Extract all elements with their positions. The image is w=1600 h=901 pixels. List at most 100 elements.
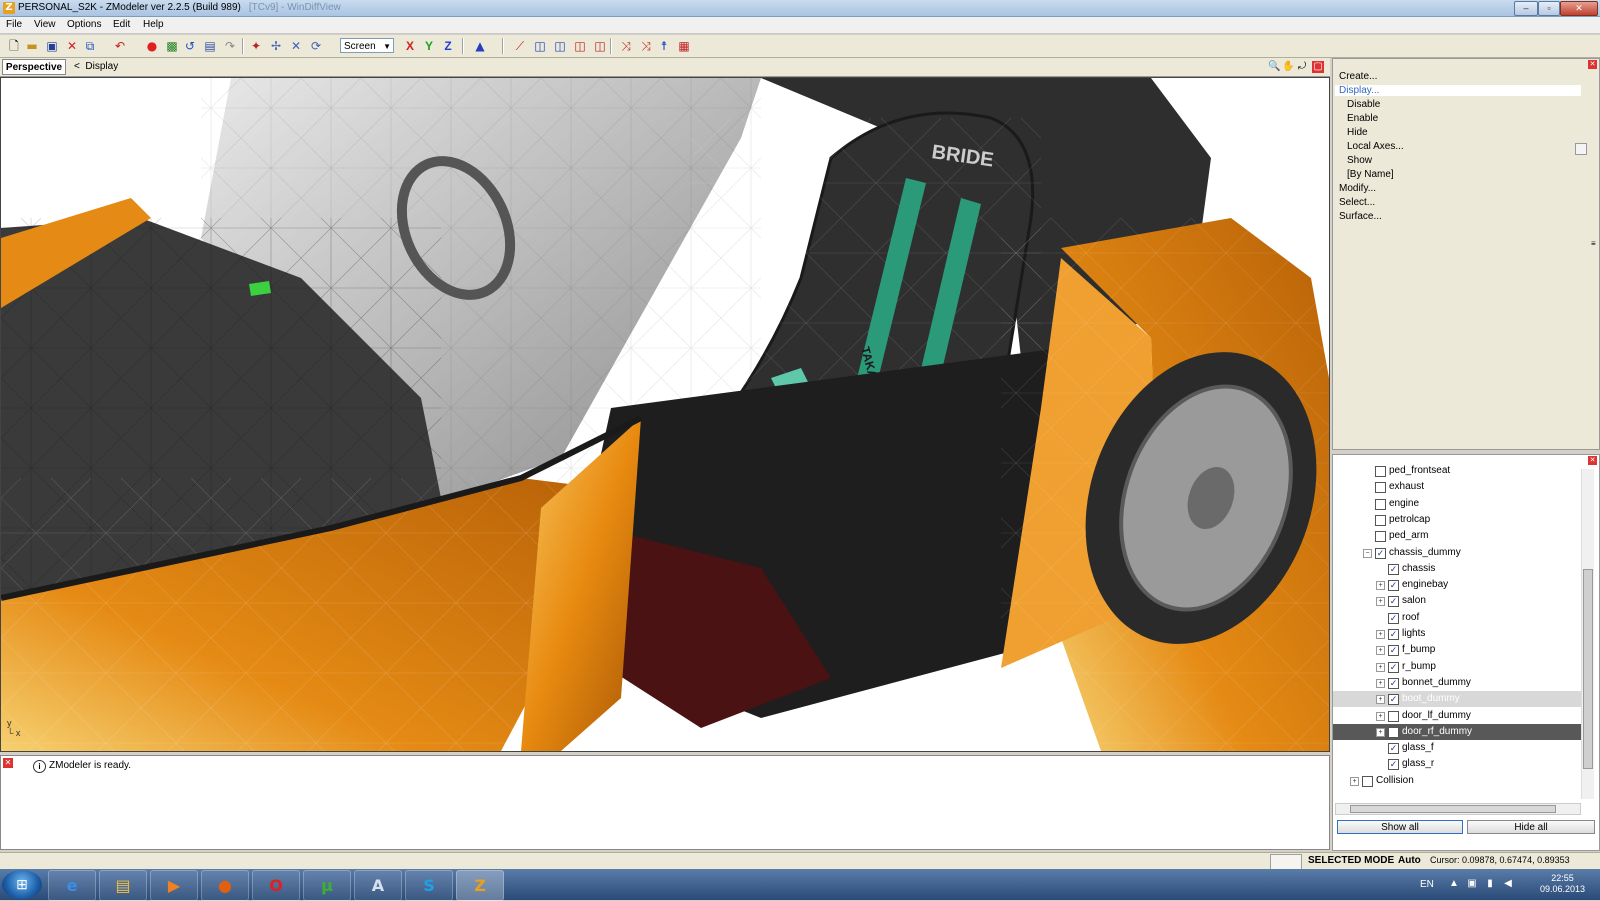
expand-icon[interactable]: + (1376, 678, 1385, 688)
cube-cut-icon[interactable]: ◫ (592, 38, 608, 54)
command-panel-close-icon[interactable]: ✕ (1588, 60, 1597, 69)
tree-row[interactable]: ✓ roof (1333, 610, 1583, 626)
panel-splitter-icon[interactable]: ≡ (1591, 239, 1597, 248)
tree-row[interactable]: + ✓ bonnet_dummy (1333, 675, 1583, 691)
visibility-checkbox[interactable] (1375, 531, 1386, 543)
pan-icon[interactable]: ✋ (1282, 61, 1294, 73)
expand-icon[interactable]: + (1376, 662, 1385, 672)
menu-options[interactable]: Options (67, 19, 101, 30)
viewport-display-menu[interactable]: < Display (74, 61, 118, 72)
cube-multi-icon[interactable]: ◫ (552, 38, 568, 54)
visibility-checkbox[interactable]: ✓ (1388, 563, 1399, 575)
pick-icon[interactable]: ⤨ (618, 38, 634, 54)
firefox-icon[interactable]: ● (201, 870, 249, 901)
menu-view[interactable]: View (34, 19, 56, 30)
command-item[interactable]: Select... (1339, 197, 1375, 208)
media-player-icon[interactable]: ▶ (150, 870, 198, 901)
skype-icon[interactable]: S (405, 870, 453, 901)
close-button[interactable]: ✕ (1560, 1, 1598, 16)
group-icon[interactable]: ▦ (676, 38, 692, 54)
status-selected-mode[interactable]: SELECTED MODE (1308, 855, 1394, 866)
maximize-button[interactable]: ▫ (1538, 1, 1560, 16)
save-icon[interactable]: ▣ (44, 38, 60, 54)
scrollbar-thumb[interactable] (1583, 569, 1593, 769)
expand-icon[interactable]: + (1376, 695, 1385, 705)
tree-row[interactable]: + door_rf_dummy (1333, 723, 1583, 740)
scrollbar-thumb[interactable] (1350, 805, 1556, 813)
select-icon[interactable]: ✦ (248, 38, 264, 54)
command-item[interactable]: Surface... (1339, 211, 1382, 222)
start-button[interactable]: ⊞ (2, 870, 42, 899)
expand-icon[interactable]: + (1376, 630, 1385, 639)
visibility-checkbox[interactable]: ✓ (1388, 580, 1399, 592)
delete-icon[interactable]: ✕ (64, 38, 80, 54)
properties-icon[interactable]: ▤ (202, 38, 218, 54)
command-item[interactable]: [By Name] (1347, 169, 1394, 180)
pick2-icon[interactable]: ⤨ (638, 38, 654, 54)
visibility-checkbox[interactable]: ✓ (1375, 547, 1386, 559)
coordinate-space-select[interactable]: Screen ▼ (340, 38, 394, 53)
hierarchy-close-icon[interactable]: ✕ (1588, 456, 1597, 465)
visibility-checkbox[interactable]: ✓ (1388, 661, 1399, 673)
status-auto[interactable]: Auto (1398, 855, 1421, 866)
figure-icon[interactable]: ☨ (656, 38, 672, 54)
ie-icon[interactable]: e (48, 870, 96, 901)
visibility-checkbox[interactable]: ✓ (1388, 645, 1399, 657)
tree-row[interactable]: − ✓ chassis_dummy (1333, 545, 1583, 561)
tree-row[interactable]: + ✓ lights (1333, 626, 1583, 642)
menu-edit[interactable]: Edit (113, 19, 130, 30)
tree-row[interactable]: petrolcap (1333, 512, 1583, 528)
minimize-button[interactable]: – (1514, 1, 1538, 16)
tree-row[interactable]: ✓ chassis (1333, 561, 1583, 577)
hide-all-button[interactable]: Hide all (1467, 820, 1595, 834)
explorer-icon[interactable]: ▤ (99, 870, 147, 901)
visibility-checkbox[interactable]: ✓ (1388, 759, 1399, 771)
viewport-maximize-icon[interactable]: ▢ (1312, 61, 1324, 73)
visibility-checkbox[interactable]: ✓ (1388, 596, 1399, 608)
show-all-button[interactable]: Show all (1337, 820, 1463, 834)
tree-row[interactable]: + ✓ boot_dummy (1333, 691, 1583, 708)
tree-row[interactable]: + ✓ salon (1333, 593, 1583, 609)
opera-icon[interactable]: O (252, 870, 300, 901)
refresh-icon[interactable]: ↺ (182, 38, 198, 54)
car-model-render[interactable]: BRIDE TAKATA (1, 78, 1329, 751)
tab-perspective[interactable]: Perspective (2, 59, 66, 75)
command-item[interactable]: Local Axes... (1347, 141, 1404, 152)
expand-icon[interactable]: + (1376, 727, 1385, 737)
expand-icon[interactable]: + (1350, 776, 1359, 786)
orbit-icon[interactable]: ⤾ (1296, 61, 1308, 73)
command-item[interactable]: Hide (1347, 127, 1368, 138)
tray-clock[interactable]: 22:55 09.06.2013 (1540, 873, 1585, 895)
command-item[interactable]: Modify... (1339, 183, 1376, 194)
visibility-checkbox[interactable]: ✓ (1388, 743, 1399, 755)
record-icon[interactable]: ● (144, 38, 160, 54)
expand-icon[interactable]: + (1376, 597, 1385, 607)
tree-row[interactable]: exhaust (1333, 479, 1583, 495)
tray-printer-icon[interactable]: ▣ (1466, 878, 1478, 890)
menu-help[interactable]: Help (143, 19, 164, 30)
tray-volume-icon[interactable]: ◀ (1502, 878, 1514, 890)
tree-row[interactable]: engine (1333, 496, 1583, 512)
visibility-checkbox[interactable] (1362, 775, 1373, 787)
scale-icon[interactable]: ✕ (288, 38, 304, 54)
visibility-checkbox[interactable] (1375, 498, 1386, 510)
local-axes-checkbox[interactable] (1575, 143, 1587, 155)
tray-language[interactable]: EN (1420, 879, 1434, 890)
axis-x-toggle[interactable]: X (402, 38, 418, 54)
visibility-checkbox[interactable]: ✓ (1388, 612, 1399, 624)
tree-row[interactable]: ✓ glass_f (1333, 740, 1583, 756)
visibility-checkbox[interactable]: ✓ (1388, 694, 1399, 706)
cube-red-icon[interactable]: ◫ (572, 38, 588, 54)
vertex-tool-icon[interactable]: ⟋ (512, 38, 528, 54)
visibility-checkbox[interactable] (1375, 514, 1386, 526)
tree-row[interactable]: + ✓ r_bump (1333, 659, 1583, 675)
notepad-icon[interactable]: A (354, 870, 402, 901)
expand-icon[interactable]: + (1376, 581, 1385, 591)
visibility-checkbox[interactable]: ✓ (1388, 677, 1399, 689)
new-file-icon[interactable]: 🗋 (6, 38, 22, 54)
visibility-checkbox[interactable] (1375, 482, 1386, 494)
expand-icon[interactable]: + (1376, 711, 1385, 721)
tree-row[interactable]: + ✓ enginebay (1333, 577, 1583, 593)
tree-row[interactable]: + ✓ f_bump (1333, 642, 1583, 658)
cube-icon[interactable]: ◫ (532, 38, 548, 54)
